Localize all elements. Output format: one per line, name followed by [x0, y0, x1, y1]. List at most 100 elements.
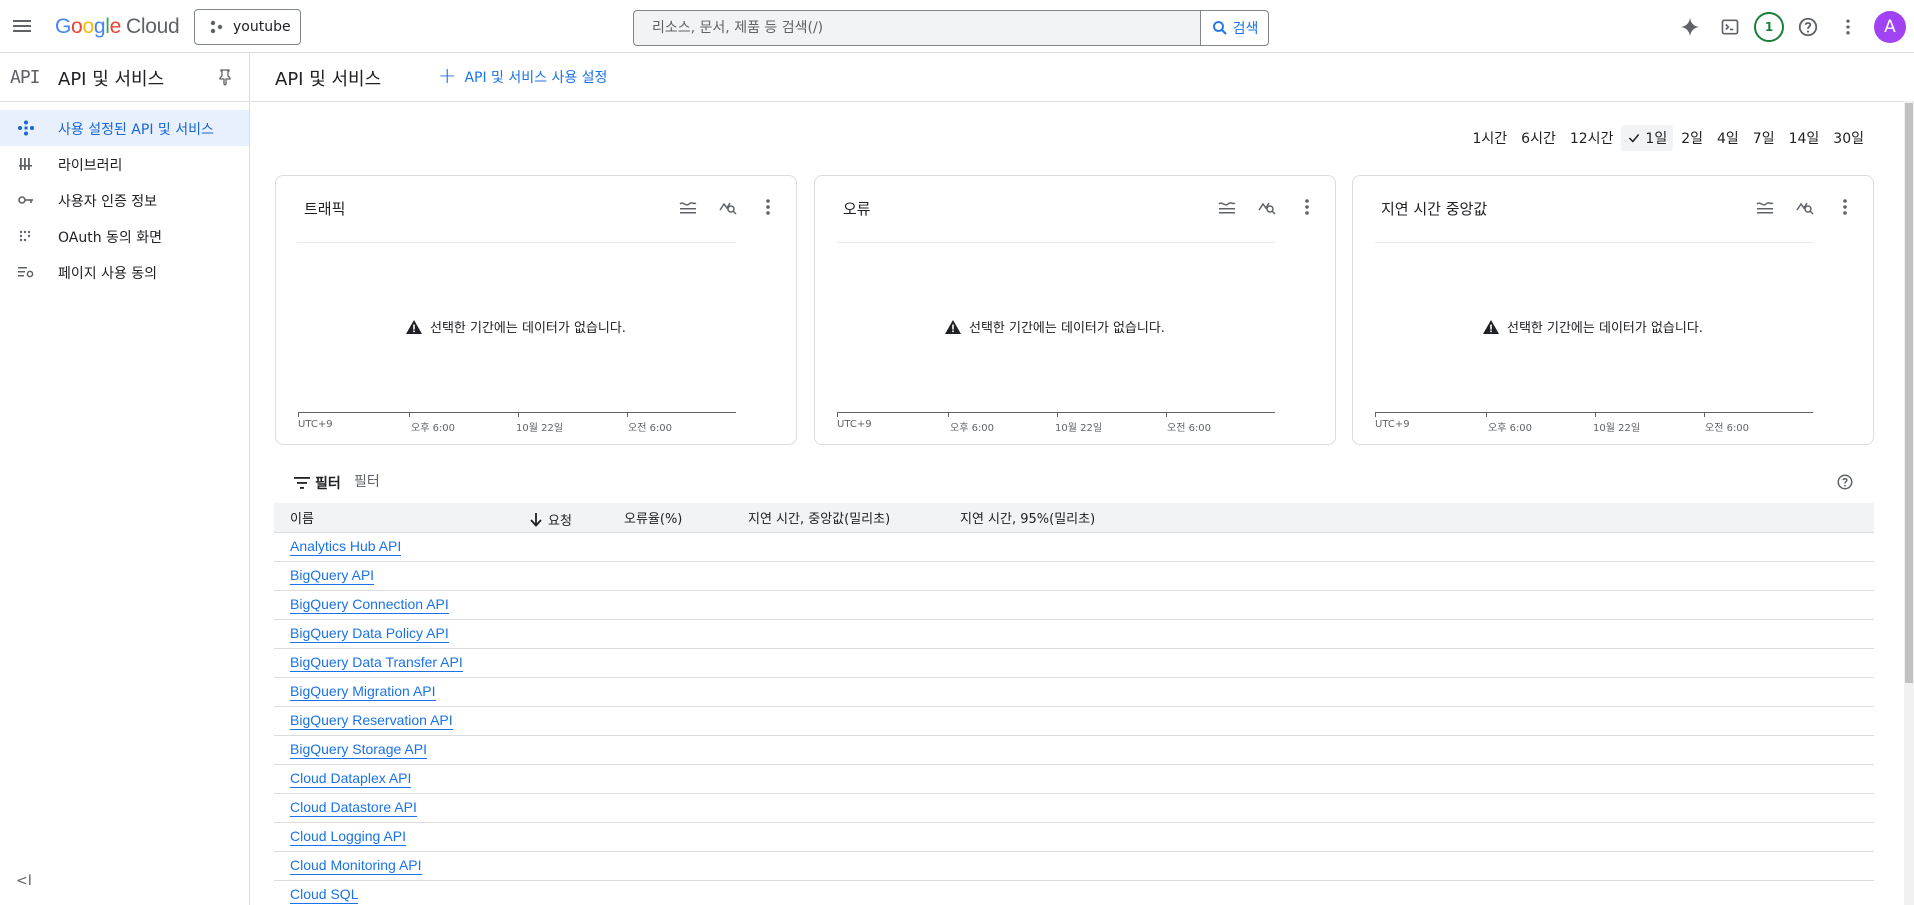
api-link[interactable]: Cloud Datastore API: [290, 799, 417, 817]
axis-tick: [409, 412, 410, 417]
time-range-14d[interactable]: 14일: [1783, 125, 1826, 151]
more-vert-icon[interactable]: [758, 197, 778, 217]
table-row: Cloud Dataplex API: [274, 764, 1874, 793]
sidebar-nav: 사용 설정된 API 및 서비스 라이브러리 사용자 인증 정보 OAuth 동…: [0, 110, 249, 290]
axis-tick-label: 오전 6:00: [1705, 423, 1750, 434]
column-header-requests[interactable]: 요청: [530, 510, 572, 529]
column-header-latency-median[interactable]: 지연 시간, 중앙값(밀리초): [748, 503, 960, 532]
sidebar-item-label: 사용자 인증 정보: [58, 194, 158, 210]
check-icon: [1629, 134, 1640, 143]
notification-badge[interactable]: 1: [1754, 12, 1784, 42]
enable-apis-button[interactable]: + API 및 서비스 사용 설정: [438, 66, 607, 88]
axis-tick-label: 10월 22일: [1055, 423, 1103, 434]
time-range-30d[interactable]: 30일: [1827, 125, 1870, 151]
help-icon[interactable]: [1792, 11, 1824, 43]
axis-tick: [1375, 412, 1376, 417]
chart-card-traffic: 트래픽 선택한 기간에는 데이터가 없습니다. UTC+9 오후 6:00 10…: [275, 175, 797, 445]
column-header-latency-95[interactable]: 지연 시간, 95%(밀리초): [960, 503, 1874, 532]
table-row: BigQuery API: [274, 561, 1874, 590]
chart-x-axis: [298, 412, 736, 413]
search-button[interactable]: 검색: [1200, 11, 1268, 45]
api-link[interactable]: Cloud Logging API: [290, 828, 406, 846]
axis-tick-label: 오전 6:00: [628, 423, 673, 434]
sidebar-item-library[interactable]: 라이브러리: [0, 146, 249, 182]
table-row: Cloud Monitoring API: [274, 851, 1874, 880]
column-header-error-rate[interactable]: 오류율(%): [624, 503, 748, 532]
time-range-12h[interactable]: 12시간: [1564, 125, 1620, 151]
chart-x-axis: [1375, 412, 1813, 413]
axis-tick-label: 10월 22일: [516, 423, 564, 434]
vertical-scrollbar[interactable]: [1904, 101, 1914, 905]
warning-icon: [406, 319, 422, 334]
axis-tick-label: UTC+9: [837, 419, 872, 430]
api-link[interactable]: BigQuery API: [290, 567, 375, 585]
filter-input[interactable]: [354, 470, 754, 494]
table-row: Cloud SQL: [274, 880, 1874, 905]
scrollbar-thumb[interactable]: [1905, 103, 1913, 683]
time-range-2d[interactable]: 2일: [1675, 125, 1709, 151]
sidebar-item-enabled-apis[interactable]: 사용 설정된 API 및 서비스: [0, 110, 249, 146]
explore-chart-icon[interactable]: [1795, 197, 1815, 217]
time-range-4d[interactable]: 4일: [1711, 125, 1745, 151]
column-header-name[interactable]: 이름 요청: [274, 503, 624, 532]
chart-title: 트래픽: [304, 200, 346, 218]
project-nodes-icon: [210, 20, 223, 34]
table-row: Analytics Hub API: [274, 532, 1874, 561]
more-vert-icon[interactable]: [1297, 197, 1317, 217]
filter-button[interactable]: 필터: [294, 473, 341, 493]
api-link[interactable]: BigQuery Data Policy API: [290, 625, 449, 643]
api-link[interactable]: Analytics Hub API: [290, 538, 402, 556]
sidebar-item-page-usage[interactable]: 페이지 사용 동의: [0, 254, 249, 290]
no-data-text: 선택한 기간에는 데이터가 없습니다.: [1507, 321, 1703, 336]
api-link[interactable]: BigQuery Storage API: [290, 741, 427, 759]
cloud-shell-terminal-icon[interactable]: [1714, 11, 1746, 43]
collapse-sidebar-button[interactable]: <I: [16, 873, 36, 893]
table-row: BigQuery Data Transfer API: [274, 648, 1874, 677]
api-link[interactable]: BigQuery Data Transfer API: [290, 654, 463, 672]
api-link[interactable]: Cloud SQL: [290, 886, 359, 904]
time-range-1d[interactable]: 1일: [1621, 125, 1674, 151]
gemini-sparkle-icon[interactable]: [1674, 11, 1706, 43]
time-range-6h[interactable]: 6시간: [1515, 125, 1562, 151]
table-row: Cloud Datastore API: [274, 793, 1874, 822]
search-input[interactable]: [634, 11, 1200, 45]
pin-icon[interactable]: [217, 68, 233, 86]
time-range-7d[interactable]: 7일: [1747, 125, 1781, 151]
sidebar-item-oauth[interactable]: OAuth 동의 화면: [0, 218, 249, 254]
chart-x-axis: [837, 412, 1275, 413]
project-picker-button[interactable]: youtube: [194, 9, 301, 45]
no-data-text: 선택한 기간에는 데이터가 없습니다.: [430, 321, 626, 336]
account-avatar[interactable]: A: [1874, 11, 1906, 43]
sidebar-item-label: OAuth 동의 화면: [58, 230, 163, 246]
more-vert-icon[interactable]: [1835, 197, 1855, 217]
api-link[interactable]: BigQuery Reservation API: [290, 712, 453, 730]
axis-tick-label: 오후 6:00: [950, 423, 995, 434]
legend-toggle-icon[interactable]: [678, 197, 698, 217]
hamburger-menu-icon[interactable]: [10, 14, 34, 38]
legend-toggle-icon[interactable]: [1217, 197, 1237, 217]
axis-tick: [1166, 412, 1167, 417]
chart-top-rule: [837, 242, 1275, 243]
legend-toggle-icon[interactable]: [1755, 197, 1775, 217]
api-link[interactable]: Cloud Dataplex API: [290, 770, 412, 788]
sidebar-item-credentials[interactable]: 사용자 인증 정보: [0, 182, 249, 218]
table-filter-bar: 필터: [274, 463, 1874, 503]
more-vert-icon[interactable]: [1832, 11, 1864, 43]
axis-tick: [1057, 412, 1058, 417]
explore-chart-icon[interactable]: [718, 197, 738, 217]
time-range-1h[interactable]: 1시간: [1466, 125, 1513, 151]
filter-button-label: 필터: [315, 476, 341, 492]
api-link[interactable]: BigQuery Migration API: [290, 683, 436, 701]
table-row: BigQuery Storage API: [274, 735, 1874, 764]
column-header-label: 지연 시간, 중앙값(밀리초): [748, 511, 891, 527]
column-header-label: 이름: [290, 511, 314, 527]
page-header: API 및 서비스 + API 및 서비스 사용 설정: [251, 54, 1914, 102]
help-icon[interactable]: [1836, 473, 1854, 491]
explore-chart-icon[interactable]: [1257, 197, 1277, 217]
axis-tick-label: 오후 6:00: [411, 423, 456, 434]
google-cloud-logo[interactable]: Google Cloud: [55, 15, 180, 39]
api-link[interactable]: Cloud Monitoring API: [290, 857, 422, 875]
library-icon: [19, 158, 32, 170]
api-link[interactable]: BigQuery Connection API: [290, 596, 449, 614]
api-logo: API: [10, 67, 40, 88]
